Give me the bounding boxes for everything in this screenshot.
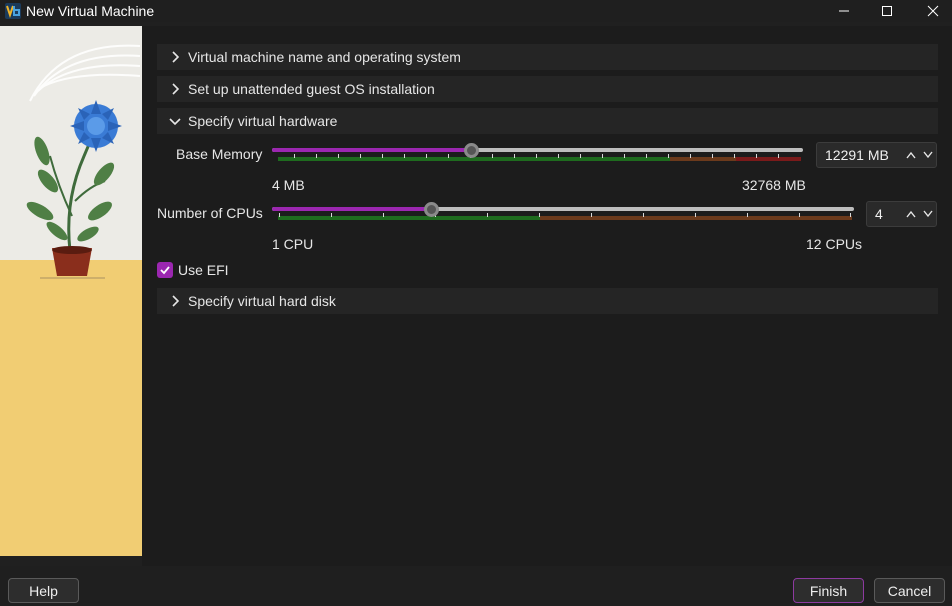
cpu-count-slider[interactable]: [272, 202, 854, 226]
memory-zone-warn: [670, 157, 736, 161]
maximize-icon: [882, 6, 892, 16]
chevron-down-icon: [169, 115, 181, 127]
cpu-min-label: 1 CPU: [272, 236, 314, 252]
chevron-right-icon: [169, 51, 181, 63]
section-label: Specify virtual hard disk: [188, 293, 336, 309]
base-memory-slider[interactable]: [272, 143, 803, 167]
base-memory-spinbox[interactable]: 12291 MB: [816, 142, 937, 168]
memory-value: 12291 MB: [825, 147, 889, 163]
base-memory-label: Base Memory: [176, 146, 263, 162]
section-label: Specify virtual hardware: [188, 113, 338, 129]
slider-thumb[interactable]: [424, 202, 439, 217]
title-bar: New Virtual Machine: [0, 0, 952, 22]
wizard-illustration: [0, 26, 142, 556]
slider-thumb[interactable]: [464, 143, 479, 158]
cpu-zone-ok: [278, 216, 540, 220]
chevron-down-icon[interactable]: [922, 210, 933, 218]
window-title: New Virtual Machine: [26, 3, 155, 19]
help-button[interactable]: Help: [8, 578, 79, 603]
slider-fill: [272, 148, 471, 152]
close-button[interactable]: [910, 0, 952, 22]
section-unattended-install[interactable]: Set up unattended guest OS installation: [157, 76, 938, 102]
slider-fill: [272, 207, 431, 211]
chevron-right-icon: [169, 295, 181, 307]
section-name-and-os[interactable]: Virtual machine name and operating syste…: [157, 44, 938, 70]
memory-zone-ok: [278, 157, 670, 161]
cpu-count-spinbox[interactable]: 4: [866, 201, 937, 227]
app-logo-icon: [5, 3, 21, 19]
chevron-up-icon[interactable]: [905, 151, 916, 159]
cpu-count-label: Number of CPUs: [157, 205, 263, 221]
finish-button[interactable]: Finish: [793, 578, 864, 603]
use-efi-label[interactable]: Use EFI: [178, 262, 229, 278]
maximize-button[interactable]: [864, 0, 910, 22]
close-icon: [927, 5, 939, 17]
memory-max-label: 32768 MB: [742, 177, 806, 193]
cancel-button[interactable]: Cancel: [874, 578, 945, 603]
flower-pot-illustration: [0, 26, 142, 556]
chevron-right-icon: [169, 83, 181, 95]
chevron-down-icon[interactable]: [922, 151, 933, 159]
chevron-up-icon[interactable]: [905, 210, 916, 218]
cpu-zone-warn: [540, 216, 852, 220]
minimize-button[interactable]: [821, 0, 867, 22]
section-label: Set up unattended guest OS installation: [188, 81, 435, 97]
cpu-max-label: 12 CPUs: [806, 236, 863, 252]
minimize-icon: [839, 10, 849, 12]
section-virtual-hardware[interactable]: Specify virtual hardware: [157, 108, 938, 134]
memory-min-label: 4 MB: [272, 177, 305, 193]
use-efi-checkbox[interactable]: [157, 262, 173, 278]
memory-zone-bad: [736, 157, 801, 161]
section-label: Virtual machine name and operating syste…: [188, 49, 461, 65]
checkmark-icon: [160, 266, 170, 275]
cpu-value: 4: [875, 206, 883, 222]
section-virtual-hard-disk[interactable]: Specify virtual hard disk: [157, 288, 938, 314]
